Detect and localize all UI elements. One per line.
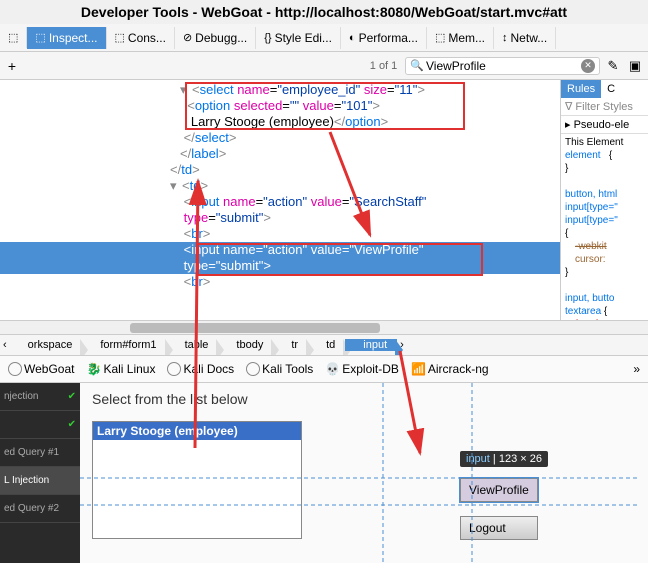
check-icon: ✔	[68, 419, 76, 430]
bookmark-kali-tools[interactable]: Kali Tools	[246, 362, 313, 376]
tab-computed[interactable]: C	[601, 80, 621, 98]
search-count: 1 of 1	[370, 60, 398, 72]
main-split: ▾<select name="employee_id" size="11"> <…	[0, 80, 648, 320]
tab-rules[interactable]: Rules	[561, 80, 601, 98]
html-tree[interactable]: ▾<select name="employee_id" size="11"> <…	[0, 80, 560, 320]
panel-toggle-button[interactable]: ▣	[626, 57, 644, 75]
sidebar-item-selected[interactable]: L Injection	[0, 467, 80, 495]
employee-option[interactable]: Larry Stooge (employee)	[93, 422, 301, 440]
tab-inspector[interactable]: ⬚Inspect...	[27, 27, 106, 49]
breadcrumb-item[interactable]: td	[308, 339, 345, 351]
tab-performance[interactable]: ◐Performa...	[341, 27, 427, 49]
breadcrumb-item[interactable]: table	[167, 339, 219, 351]
bookmarks-overflow[interactable]: »	[633, 362, 640, 376]
horizontal-scrollbar[interactable]	[0, 320, 648, 334]
pseudo-elements-section[interactable]: ▸ Pseudo-ele	[561, 116, 648, 134]
breadcrumb-item[interactable]: orkspace	[10, 339, 83, 351]
bookmarks-bar: WebGoat 🐉Kali Linux Kali Docs Kali Tools…	[0, 356, 648, 383]
sidebar-item[interactable]: ed Query #2	[0, 495, 80, 523]
check-icon: ✔	[68, 391, 76, 402]
search-input[interactable]	[426, 59, 581, 73]
bookmark-exploit-db[interactable]: 💀Exploit-DB	[325, 362, 399, 376]
bookmark-aircrack[interactable]: 📶Aircrack-ng	[411, 362, 489, 376]
clear-search-button[interactable]: ✕	[581, 59, 595, 73]
tab-console[interactable]: ⬚Cons...	[107, 27, 175, 49]
devtools-tab-bar: ⬚ ⬚Inspect... ⬚Cons... ⊘Debugg... {}Styl…	[0, 24, 648, 52]
breadcrumb-item[interactable]: tbody	[218, 339, 273, 351]
breadcrumb-scroll-left[interactable]: ‹	[0, 339, 10, 351]
sidebar-item[interactable]: ✔	[0, 411, 80, 439]
instruction-text: Select from the list below	[92, 391, 636, 407]
bookmark-webgoat[interactable]: WebGoat	[8, 362, 74, 376]
pick-element-button[interactable]: ⬚	[0, 27, 27, 48]
selected-node[interactable]: <input name="action" value="ViewProfile"	[0, 242, 560, 258]
breadcrumb-item-current[interactable]: input	[345, 339, 397, 351]
search-box[interactable]: 🔍 ✕	[405, 57, 600, 75]
add-element-button[interactable]: +	[4, 58, 20, 74]
breadcrumb-item[interactable]: tr	[273, 339, 308, 351]
tab-network[interactable]: ↕Netw...	[494, 27, 556, 49]
lesson-content: Select from the list below Larry Stooge …	[80, 383, 648, 563]
page-content: njection✔ ✔ ed Query #1 L Injection ed Q…	[0, 383, 648, 563]
tab-memory[interactable]: ⬚Mem...	[427, 27, 494, 49]
window-title: Developer Tools - WebGoat - http://local…	[0, 0, 648, 24]
tab-style-editor[interactable]: {}Style Edi...	[256, 27, 341, 49]
tab-debugger[interactable]: ⊘Debugg...	[175, 27, 256, 49]
rules-panel: Rules C ∇ Filter Styles ▸ Pseudo-ele Thi…	[560, 80, 648, 320]
sidebar-item[interactable]: ed Query #1	[0, 439, 80, 467]
bookmark-kali-docs[interactable]: Kali Docs	[167, 362, 234, 376]
breadcrumb-item[interactable]: form#form1	[82, 339, 166, 351]
css-section-header: This Element	[565, 136, 644, 149]
sidebar-item[interactable]: njection✔	[0, 383, 80, 411]
logout-button[interactable]: Logout	[460, 516, 538, 540]
rules-tabs: Rules C	[561, 80, 648, 98]
dom-breadcrumb: ‹ orkspace form#form1 table tbody tr td …	[0, 334, 648, 356]
highlighter-button[interactable]: ✎	[604, 57, 622, 75]
search-icon: 🔍	[410, 59, 424, 72]
inspector-toolbar: + 1 of 1 🔍 ✕ ✎ ▣	[0, 52, 648, 80]
view-profile-button[interactable]: ViewProfile	[460, 478, 538, 502]
element-tooltip: input | 123 × 26	[460, 451, 548, 467]
bookmark-kali-linux[interactable]: 🐉Kali Linux	[86, 362, 155, 376]
employee-select[interactable]: Larry Stooge (employee)	[92, 421, 302, 539]
filter-styles-input[interactable]: ∇ Filter Styles	[561, 98, 648, 116]
lesson-sidebar: njection✔ ✔ ed Query #1 L Injection ed Q…	[0, 383, 80, 563]
